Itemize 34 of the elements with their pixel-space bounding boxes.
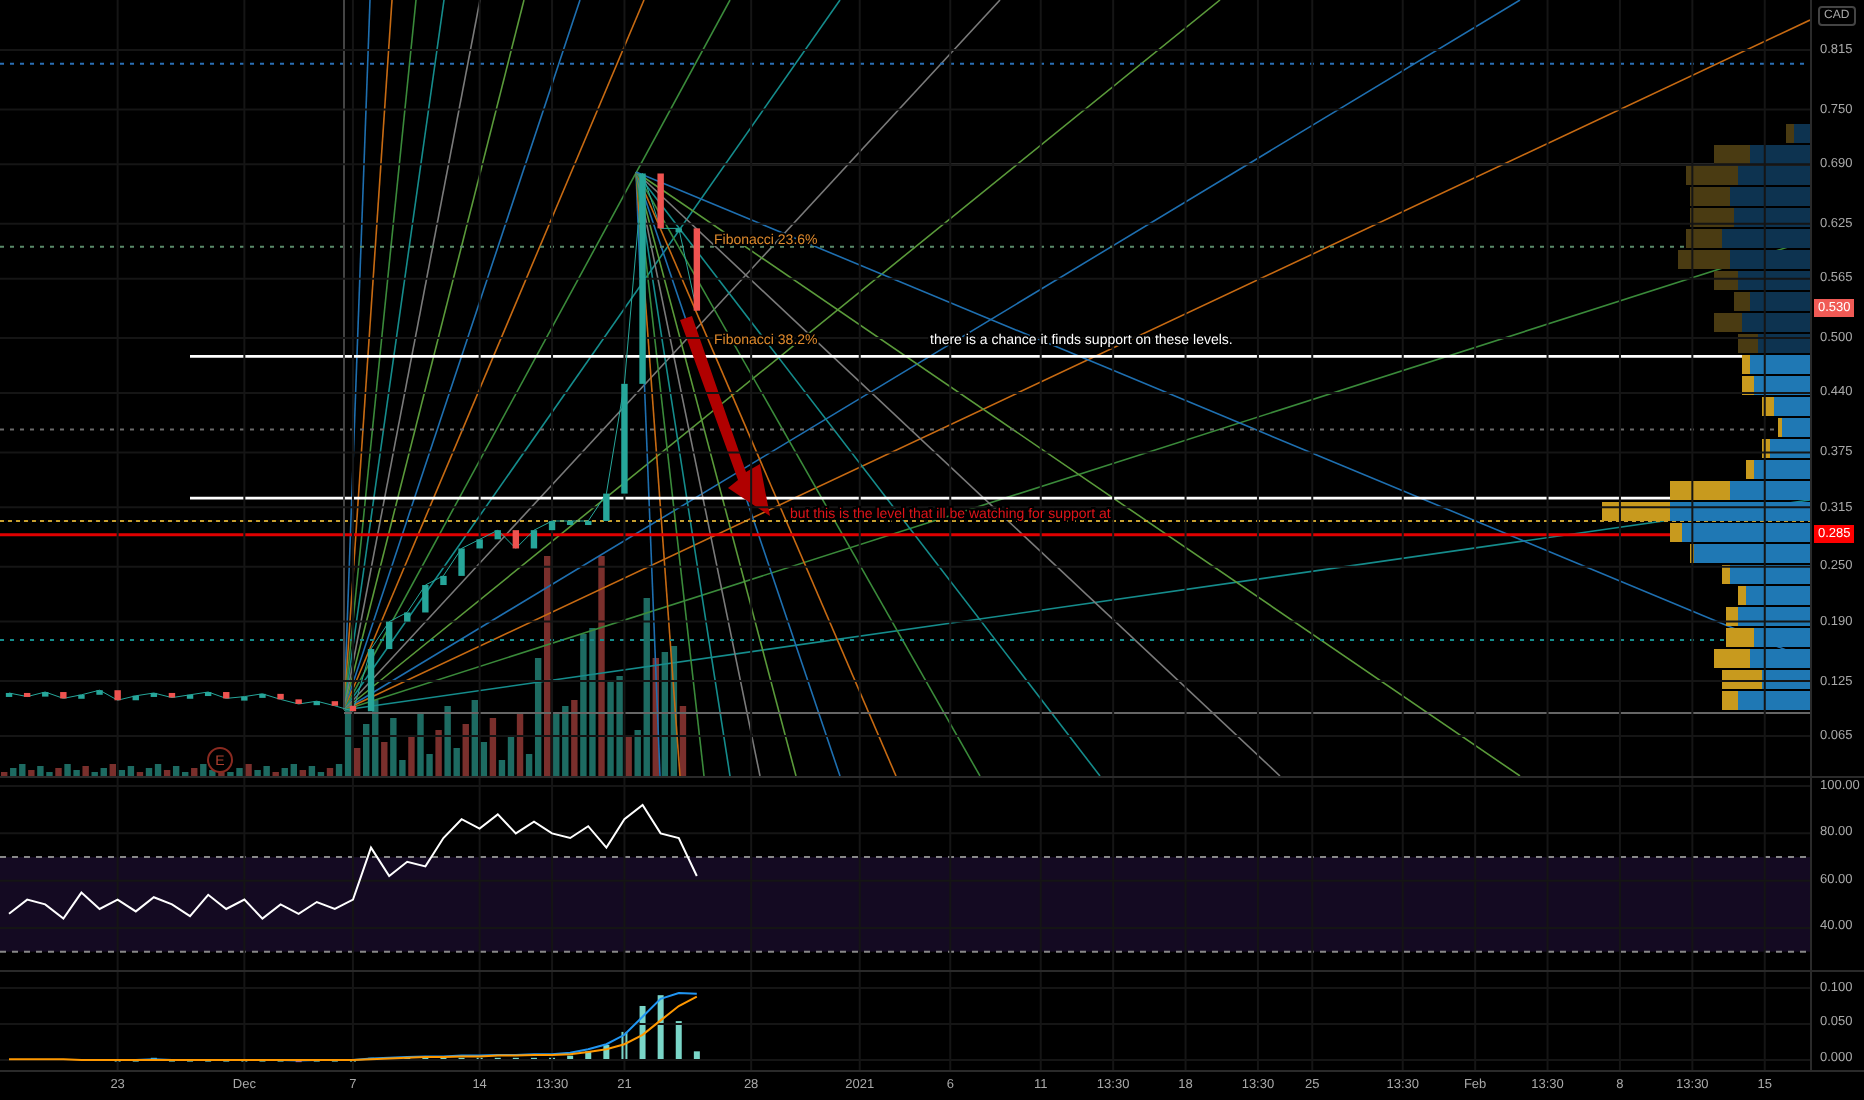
candlestick (422, 585, 429, 613)
candlestick (132, 695, 139, 701)
candlestick (150, 692, 158, 697)
candlestick (313, 701, 320, 706)
candlestick (23, 692, 31, 697)
candlestick (223, 692, 230, 699)
candlestick (204, 692, 212, 697)
candlestick (440, 575, 447, 586)
candlestick (693, 228, 701, 311)
candlestick (476, 539, 483, 549)
candlestick (675, 228, 682, 233)
candlestick (404, 612, 411, 622)
candlestick (259, 693, 266, 698)
candlestick (566, 521, 574, 525)
candlestick (367, 649, 375, 712)
candlestick (349, 705, 357, 712)
candlestick (657, 173, 664, 229)
candlestick (385, 621, 393, 650)
candlestick (78, 694, 85, 699)
candlestick (494, 530, 501, 540)
candlestick (621, 383, 628, 494)
candlestick (295, 699, 302, 704)
candlestick (96, 690, 103, 695)
candlestick (5, 692, 13, 697)
candlestick (277, 693, 284, 700)
candlestick (186, 694, 194, 699)
candlestick (168, 692, 176, 698)
candlestick (603, 493, 610, 521)
candlestick (42, 692, 49, 697)
candlestick (331, 701, 339, 706)
candlestick (458, 548, 465, 576)
candlestick (60, 692, 67, 699)
candlestick (585, 521, 592, 525)
candlestick (241, 696, 248, 701)
